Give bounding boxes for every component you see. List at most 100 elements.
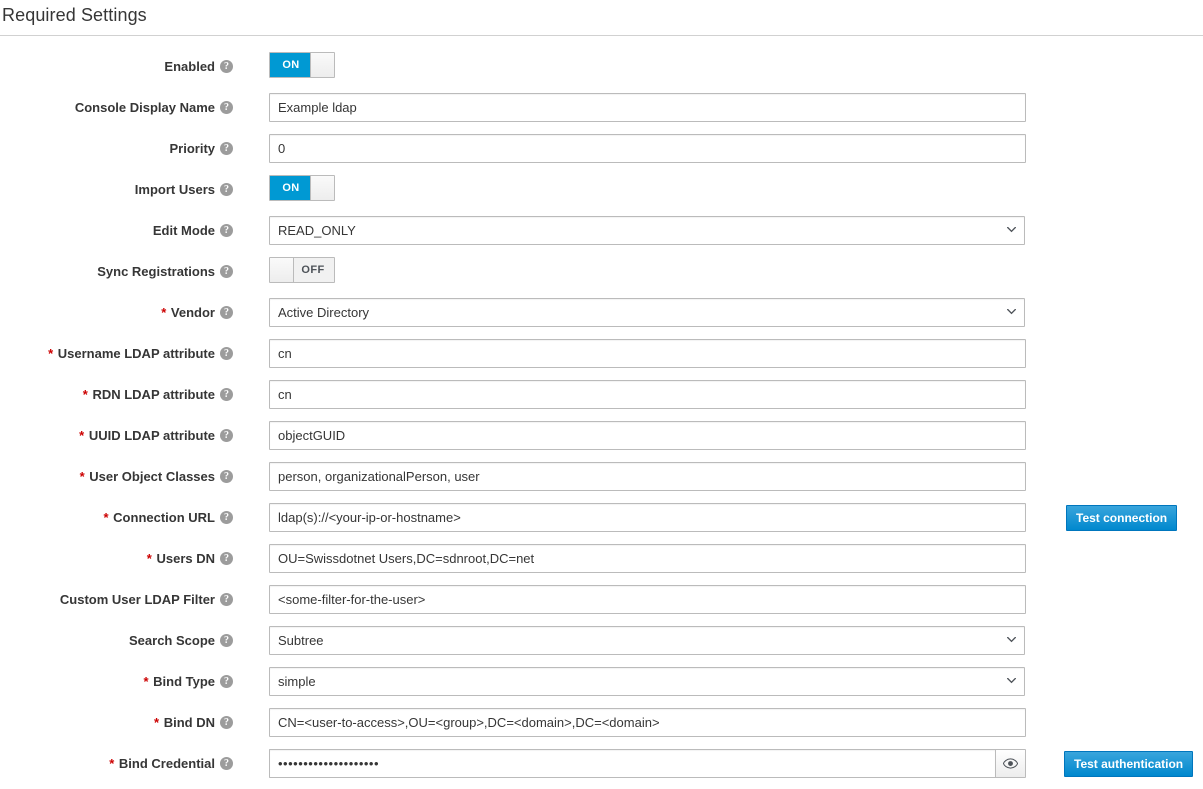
label-text: Enabled (164, 59, 215, 74)
input-user_object_classes[interactable] (269, 462, 1026, 491)
label-user_object_classes: * User Object Classes (0, 462, 215, 491)
label-username_ldap_attribute: * Username LDAP attribute (0, 339, 215, 368)
input-bind_dn[interactable] (269, 708, 1026, 737)
label-text: Users DN (156, 551, 215, 566)
help-icon-bind_type[interactable]: ? (220, 675, 233, 688)
select-bind_type[interactable]: simplenone (269, 667, 1025, 696)
label-text: Connection URL (113, 510, 215, 525)
help-icon-priority[interactable]: ? (220, 142, 233, 155)
help-icon-user_object_classes[interactable]: ? (220, 470, 233, 483)
input-users_dn[interactable] (269, 544, 1026, 573)
select-wrap-search_scope: One LevelSubtree (269, 626, 1025, 655)
form-row-username_ldap_attribute: * Username LDAP attribute? (0, 339, 1203, 380)
required-indicator: * (143, 674, 149, 689)
input-group-bind_credential (269, 749, 1026, 778)
toggle-enabled[interactable]: ON (269, 52, 335, 78)
required-indicator: * (154, 715, 160, 730)
input-username_ldap_attribute[interactable] (269, 339, 1026, 368)
help-icon-rdn_ldap_attribute[interactable]: ? (220, 388, 233, 401)
select-wrap-vendor: Active DirectoryRed Hat Directory Server… (269, 298, 1025, 327)
label-sync_registrations: Sync Registrations (0, 257, 215, 286)
input-connection_url[interactable] (269, 503, 1026, 532)
help-icon-sync_registrations[interactable]: ? (220, 265, 233, 278)
select-wrap-bind_type: simplenone (269, 667, 1025, 696)
required-settings-form: Enabled? ON Console Display Name? Priority?… (0, 52, 1203, 789)
label-text: RDN LDAP attribute (92, 387, 215, 402)
control-import_users: ON (269, 175, 335, 201)
label-bind_credential: * Bind Credential (0, 749, 215, 778)
show-password-button[interactable] (995, 749, 1026, 778)
control-custom_user_ldap_filter (269, 585, 1026, 614)
control-user_object_classes (269, 462, 1026, 491)
required-settings-page: Required Settings Enabled? ON Console Disp… (0, 0, 1203, 789)
label-text: Sync Registrations (97, 264, 215, 279)
label-vendor: * Vendor (0, 298, 215, 327)
form-row-search_scope: Search Scope? One LevelSubtree (0, 626, 1203, 667)
input-bind_credential[interactable] (269, 749, 995, 778)
help-icon-connection_url[interactable]: ? (220, 511, 233, 524)
help-icon-edit_mode[interactable]: ? (220, 224, 233, 237)
form-row-bind_type: * Bind Type? simplenone (0, 667, 1203, 708)
label-text: Bind DN (163, 715, 215, 730)
help-icon-console_display_name[interactable]: ? (220, 101, 233, 114)
select-edit_mode[interactable]: READ_ONLYWRITABLEUNSYNCED (269, 216, 1025, 245)
help-icon-enabled[interactable]: ? (220, 60, 233, 73)
help-icon-vendor[interactable]: ? (220, 306, 233, 319)
input-custom_user_ldap_filter[interactable] (269, 585, 1026, 614)
help-icon-users_dn[interactable]: ? (220, 552, 233, 565)
input-rdn_ldap_attribute[interactable] (269, 380, 1026, 409)
test-connection-button[interactable]: Test connection (1066, 505, 1178, 531)
help-icon-import_users[interactable]: ? (220, 183, 233, 196)
help-icon-search_scope[interactable]: ? (220, 634, 233, 647)
toggle-state-label: ON (270, 176, 312, 200)
label-text: Console Display Name (74, 100, 215, 115)
control-uuid_ldap_attribute (269, 421, 1026, 450)
control-bind_dn (269, 708, 1026, 737)
required-indicator: * (109, 756, 115, 771)
input-uuid_ldap_attribute[interactable] (269, 421, 1026, 450)
label-text: UUID LDAP attribute (88, 428, 215, 443)
label-rdn_ldap_attribute: * RDN LDAP attribute (0, 380, 215, 409)
control-edit_mode: READ_ONLYWRITABLEUNSYNCED (269, 216, 1025, 245)
form-row-sync_registrations: Sync Registrations? OFF (0, 257, 1203, 298)
form-row-edit_mode: Edit Mode? READ_ONLYWRITABLEUNSYNCED (0, 216, 1203, 257)
label-text: Edit Mode (152, 223, 215, 238)
toggle-import_users[interactable]: ON (269, 175, 335, 201)
control-vendor: Active DirectoryRed Hat Directory Server… (269, 298, 1025, 327)
help-icon-bind_credential[interactable]: ? (220, 757, 233, 770)
toggle-sync_registrations[interactable]: OFF (269, 257, 335, 283)
label-text: Priority (169, 141, 215, 156)
test-authentication-button[interactable]: Test authentication (1064, 751, 1194, 777)
header-divider (0, 35, 1203, 36)
form-row-connection_url: * Connection URL? (0, 503, 1203, 544)
label-text: Bind Type (153, 674, 215, 689)
label-users_dn: * Users DN (0, 544, 215, 573)
help-icon-username_ldap_attribute[interactable]: ? (220, 347, 233, 360)
label-text: Username LDAP attribute (57, 346, 215, 361)
label-search_scope: Search Scope (0, 626, 215, 655)
required-indicator: * (82, 387, 88, 402)
select-wrap-edit_mode: READ_ONLYWRITABLEUNSYNCED (269, 216, 1025, 245)
label-text: Bind Credential (118, 756, 215, 771)
help-icon-custom_user_ldap_filter[interactable]: ? (220, 593, 233, 606)
control-priority (269, 134, 1026, 163)
eye-icon (1003, 758, 1018, 769)
required-indicator: * (48, 346, 54, 361)
control-users_dn (269, 544, 1026, 573)
form-row-import_users: Import Users? ON (0, 175, 1203, 216)
required-indicator: * (79, 428, 85, 443)
section-header: Required Settings (0, 0, 1203, 36)
input-priority[interactable] (269, 134, 1026, 163)
select-search_scope[interactable]: One LevelSubtree (269, 626, 1025, 655)
select-vendor[interactable]: Active DirectoryRed Hat Directory Server… (269, 298, 1025, 327)
input-console_display_name[interactable] (269, 93, 1026, 122)
help-icon-uuid_ldap_attribute[interactable]: ? (220, 429, 233, 442)
form-row-users_dn: * Users DN? (0, 544, 1203, 585)
control-rdn_ldap_attribute (269, 380, 1026, 409)
control-enabled: ON (269, 52, 335, 78)
form-row-user_object_classes: * User Object Classes? (0, 462, 1203, 503)
label-enabled: Enabled (0, 52, 215, 81)
control-sync_registrations: OFF (269, 257, 335, 283)
help-icon-bind_dn[interactable]: ? (220, 716, 233, 729)
toggle-state-label: ON (270, 53, 312, 77)
